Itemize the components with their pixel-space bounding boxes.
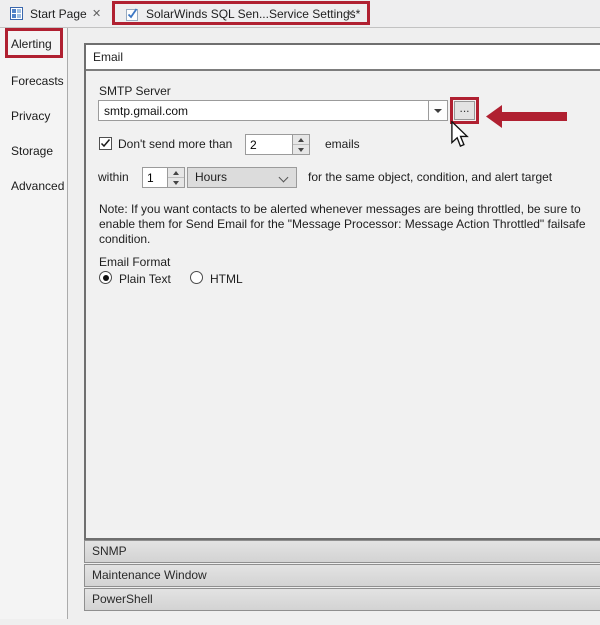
throttle-checkbox[interactable]	[99, 137, 112, 150]
smtp-server-input[interactable]	[98, 100, 429, 121]
section-powershell[interactable]: PowerShell	[84, 588, 600, 611]
within-label: within	[98, 170, 129, 184]
sidebar-item-forecasts[interactable]: Forecasts	[11, 74, 64, 88]
section-snmp[interactable]: SNMP	[84, 540, 600, 563]
sidebar-item-storage[interactable]: Storage	[11, 144, 53, 158]
within-count-input[interactable]	[143, 168, 167, 187]
service-settings-window: Start Page ✕ SolarWinds SQL Sen...Servic…	[0, 0, 600, 625]
note-line: enable them for Send Email for the "Mess…	[99, 217, 586, 231]
throttle-checkbox-label: Don't send more than	[118, 137, 233, 151]
period-dropdown-value: Hours	[195, 170, 228, 184]
settings-sidebar: Alerting Forecasts Privacy Storage Advan…	[0, 28, 68, 619]
radio-html-label: HTML	[210, 272, 243, 286]
dropdown-arrow-icon	[434, 108, 442, 113]
section-maintenance-window[interactable]: Maintenance Window	[84, 564, 600, 587]
smtp-server-label: SMTP Server	[99, 84, 171, 98]
smtp-dropdown-button[interactable]	[428, 100, 448, 121]
panel-title: Email	[86, 45, 600, 71]
spin-up-icon	[298, 137, 304, 142]
radio-html[interactable]	[190, 271, 203, 284]
grid-icon	[10, 7, 23, 23]
spin-down-button[interactable]	[293, 144, 309, 154]
note-line: Note: If you want contacts to be alerted…	[99, 202, 581, 216]
email-format-label: Email Format	[99, 255, 171, 269]
spin-down-icon	[173, 180, 179, 185]
email-count-input[interactable]	[246, 135, 292, 154]
sidebar-item-advanced[interactable]: Advanced	[11, 179, 64, 193]
spin-up-button[interactable]	[293, 135, 309, 144]
note-line: condition.	[99, 232, 151, 246]
radio-plain-text[interactable]	[99, 271, 112, 284]
smtp-browse-button[interactable]: ...	[454, 101, 475, 120]
email-count-spinner	[245, 134, 310, 155]
within-count-spinner	[142, 167, 185, 188]
check-icon	[100, 139, 111, 148]
radio-plain-text-label: Plain Text	[119, 272, 171, 286]
tab-service-settings-label: SolarWinds SQL Sen...Service Settings*	[146, 7, 361, 21]
email-count-unit-label: emails	[325, 137, 360, 151]
close-icon[interactable]: ✕	[92, 7, 101, 20]
throttle-suffix-label: for the same object, condition, and aler…	[308, 170, 553, 184]
sidebar-item-privacy[interactable]: Privacy	[11, 109, 50, 123]
checkmark-icon	[126, 7, 141, 24]
chevron-down-icon	[278, 172, 289, 183]
close-icon[interactable]: ✕	[346, 7, 355, 20]
tab-bar: Start Page ✕ SolarWinds SQL Sen...Servic…	[0, 0, 600, 28]
spin-up-button[interactable]	[168, 168, 184, 177]
spin-up-icon	[173, 170, 179, 175]
sidebar-item-alerting[interactable]: Alerting	[11, 37, 52, 51]
spin-down-button[interactable]	[168, 177, 184, 187]
period-dropdown[interactable]: Hours	[187, 167, 297, 188]
spin-down-icon	[298, 147, 304, 152]
tab-start-page-label: Start Page	[30, 7, 87, 21]
